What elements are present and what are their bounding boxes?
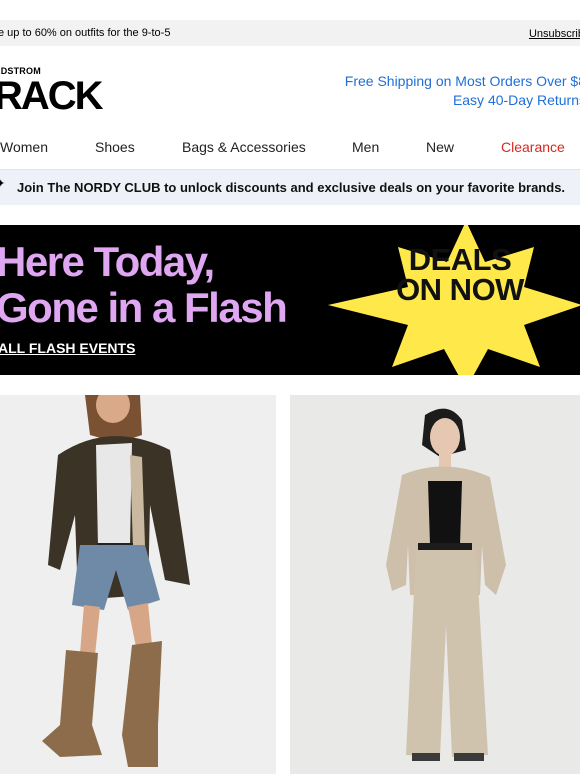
on-now-text: ON NOW <box>396 272 524 307</box>
preheader-promo-text: e up to 60% on outfits for the 9-to-5 <box>0 27 171 39</box>
header: RDSTROM RACK Free Shipping on Most Order… <box>0 46 580 126</box>
unsubscribe-link[interactable]: Unsubscrib <box>529 28 580 40</box>
nav-item-new[interactable]: New <box>426 139 454 155</box>
preheader-bar: e up to 60% on outfits for the 9-to-5 Un… <box>0 20 580 46</box>
nordy-club-bar[interactable]: ✦ Join The NORDY CLUB to unlock discount… <box>0 170 580 205</box>
nav-item-bags-accessories[interactable]: Bags & Accessories <box>182 139 306 155</box>
product-tile-right[interactable] <box>290 395 580 774</box>
nav-item-shoes[interactable]: Shoes <box>95 139 135 155</box>
shipping-info[interactable]: Free Shipping on Most Orders Over $8 Eas… <box>345 72 580 110</box>
nav-item-men[interactable]: Men <box>352 139 379 155</box>
sparkle-icon: ✦ <box>0 178 6 190</box>
free-shipping-text[interactable]: Free Shipping on Most Orders Over $8 <box>345 72 580 91</box>
easy-returns-text[interactable]: Easy 40-Day Returns <box>345 91 580 110</box>
banner-headline: Here Today, Gone in a Flash <box>0 238 288 331</box>
nav-item-clearance[interactable]: Clearance <box>501 139 565 155</box>
logo-big-text: RACK <box>0 77 104 113</box>
product-image-olive-jacket <box>0 395 276 774</box>
product-image-khaki-set <box>290 395 580 774</box>
nav-item-women[interactable]: Women <box>0 139 48 155</box>
logo-small-text: RDSTROM <box>0 66 41 76</box>
category-nav: Women Shoes Bags & Accessories Men New C… <box>0 126 580 170</box>
deals-text: DEALS <box>408 242 512 277</box>
product-tile-left[interactable] <box>0 395 276 774</box>
all-flash-events-link[interactable]: ALL FLASH EVENTS <box>0 340 135 356</box>
deals-on-now-text: DEALS ON NOW <box>380 242 540 307</box>
banner-headline-line1: Here Today, <box>0 238 215 285</box>
logo-wordmark: RACK <box>0 77 106 113</box>
nordstrom-rack-logo[interactable]: RDSTROM RACK <box>0 66 120 114</box>
nordy-club-text: Join The NORDY CLUB to unlock discounts … <box>17 180 566 195</box>
flash-events-banner[interactable]: Here Today, Gone in a Flash ALL FLASH EV… <box>0 225 580 375</box>
banner-headline-line2: Gone in a Flash <box>0 284 288 331</box>
